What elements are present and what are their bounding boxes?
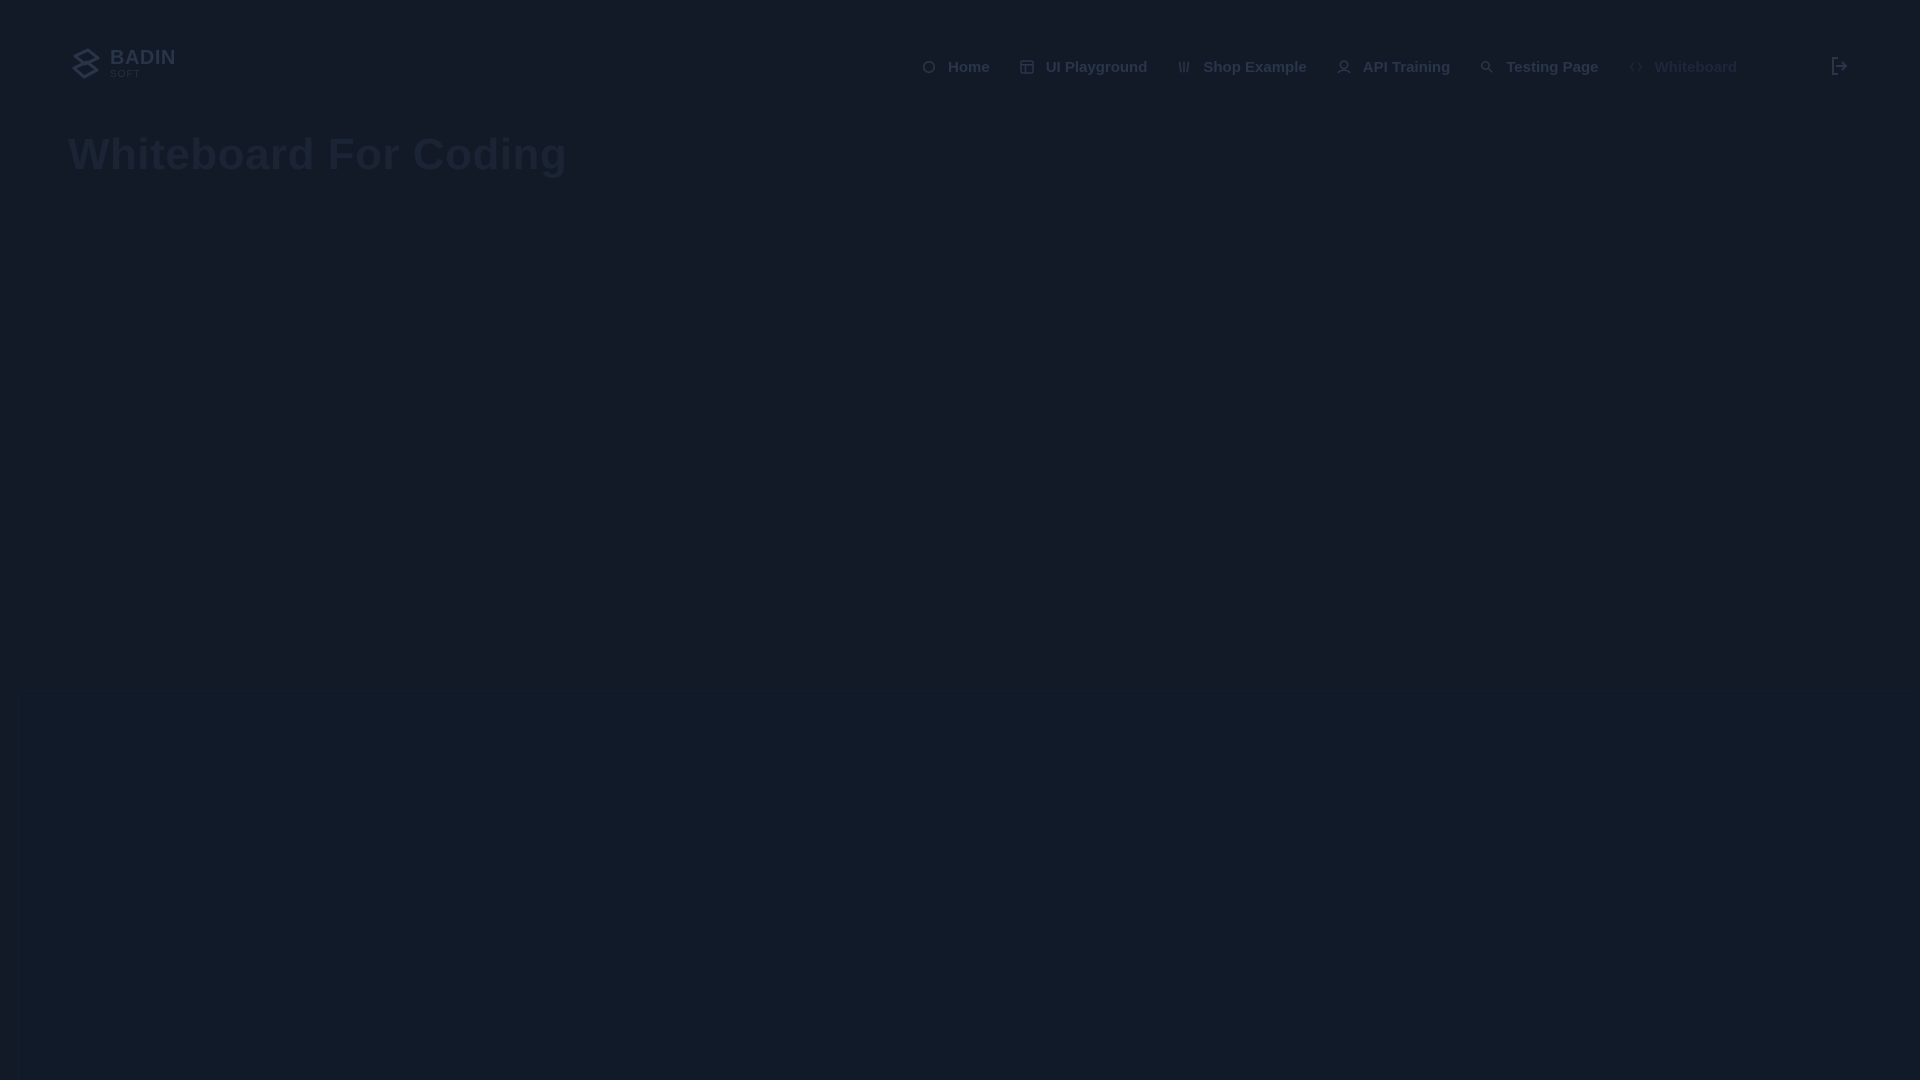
brand-name: BADIN (110, 47, 176, 69)
nav-label-home: Home (948, 58, 990, 76)
nav-label-ui-playground: UI Playground (1045, 58, 1148, 76)
top-navbar: BADIN SOFT Home UI Playground Shop Examp… (0, 0, 1920, 140)
shop-icon (1179, 61, 1190, 73)
page-title: Whiteboard For Coding (68, 130, 568, 179)
nav-item-testing-page[interactable]: Testing Page (1478, 58, 1599, 76)
nav-label-api-training: API Training (1362, 58, 1451, 76)
brand-subtitle: SOFT (110, 69, 141, 80)
nav-item-shop-example[interactable]: Shop Example (1175, 58, 1307, 76)
main-nav: Home UI Playground Shop Example API Trai… (920, 56, 1737, 78)
layout-icon (1019, 60, 1034, 74)
search-icon (1481, 61, 1494, 73)
whiteboard-canvas[interactable] (18, 690, 1918, 1080)
home-icon (923, 61, 935, 73)
nav-item-api-training[interactable]: API Training (1335, 58, 1451, 76)
nav-item-home[interactable]: Home (920, 58, 990, 76)
logout-icon[interactable] (1828, 54, 1852, 78)
nav-item-whiteboard[interactable]: Whiteboard (1627, 58, 1738, 76)
nav-item-ui-playground[interactable]: UI Playground (1018, 58, 1148, 76)
api-icon (1337, 60, 1351, 74)
nav-label-testing-page: Testing Page (1506, 58, 1599, 76)
brand-text: BADIN SOFT (110, 48, 176, 80)
nav-label-shop-example: Shop Example (1203, 58, 1307, 76)
badin-logo-icon (72, 48, 100, 79)
code-icon (1629, 62, 1642, 72)
brand-logo[interactable]: BADIN SOFT (68, 46, 176, 82)
nav-label-whiteboard: Whiteboard (1654, 58, 1738, 76)
